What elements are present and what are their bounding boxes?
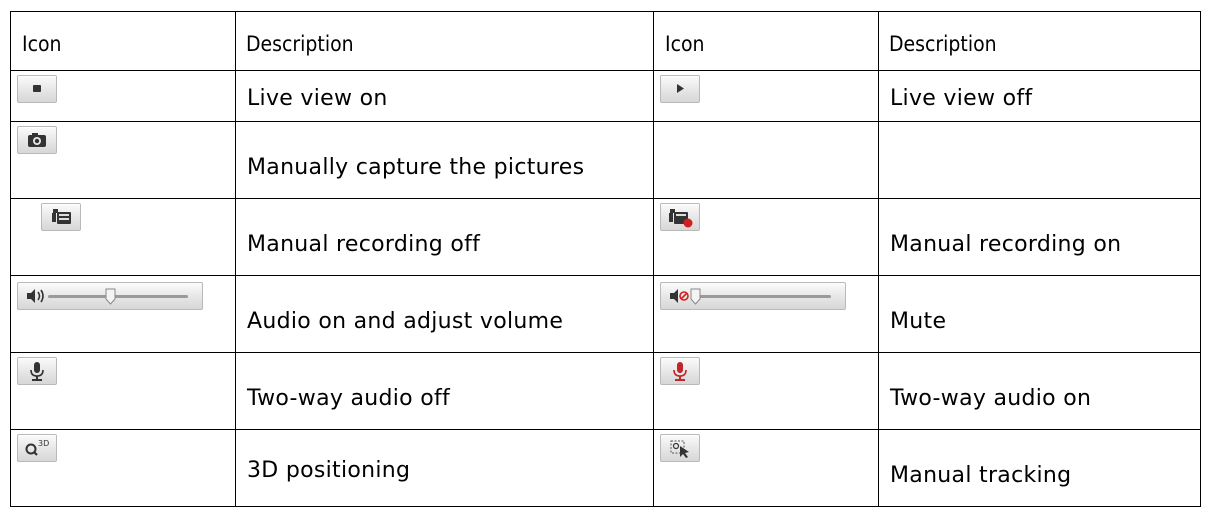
icon-cell: [653, 429, 879, 507]
video-camera-icon: [41, 203, 81, 231]
table-row: Audio on and adjust volume Mute: [10, 275, 1201, 353]
table-row: Two-way audio off Two-way audio on: [10, 352, 1201, 430]
icon-cell: [653, 275, 879, 353]
description-cell: [878, 121, 1201, 199]
three-d-label: 3D: [38, 439, 49, 448]
icon-cell: [10, 275, 236, 353]
icon-cell: [653, 70, 879, 122]
description-cell: Two-way audio off: [235, 352, 654, 430]
play-triangle-icon: [660, 75, 700, 103]
volume-slider-icon: [17, 282, 203, 310]
description-cell: Mute: [878, 275, 1201, 353]
icon-cell: 3D: [10, 429, 236, 507]
icon-description-table: Icon Description Icon Description Live v…: [10, 11, 1201, 507]
mute-slider-icon: [660, 282, 846, 310]
icon-cell: [10, 352, 236, 430]
description-cell: Live view on: [235, 70, 654, 122]
table-row: Manually capture the pictures: [10, 121, 1201, 199]
header-description-left: Description: [235, 11, 654, 71]
icon-cell: [653, 352, 879, 430]
description-cell: Audio on and adjust volume: [235, 275, 654, 353]
table-row: 3D 3D positioning Manual tracking: [10, 429, 1201, 507]
stop-square-icon: [17, 75, 57, 103]
video-camera-recording-icon: [660, 203, 700, 231]
icon-cell: [10, 121, 236, 199]
icon-cell: [10, 198, 236, 276]
description-cell: Manual tracking: [878, 429, 1201, 507]
header-icon-right: Icon: [653, 11, 879, 71]
description-cell: Two-way audio on: [878, 352, 1201, 430]
header-icon-left: Icon: [10, 11, 236, 71]
microphone-icon: [17, 357, 57, 385]
icon-cell: [653, 198, 879, 276]
header-row: Icon Description Icon Description: [10, 11, 1201, 71]
description-cell: Live view off: [878, 70, 1201, 122]
description-cell: Manual recording on: [878, 198, 1201, 276]
description-cell: Manual recording off: [235, 198, 654, 276]
icon-cell: [653, 121, 879, 199]
description-cell: 3D positioning: [235, 429, 654, 507]
magnifier-3d-icon: 3D: [17, 434, 57, 462]
camera-icon: [17, 126, 57, 154]
header-description-right: Description: [878, 11, 1201, 71]
microphone-red-icon: [660, 357, 700, 385]
table-row: Live view on Live view off: [10, 70, 1201, 122]
tracking-cursor-icon: [660, 434, 700, 462]
icon-cell: [10, 70, 236, 122]
table-row: Manual recording off Manual recording on: [10, 198, 1201, 276]
description-cell: Manually capture the pictures: [235, 121, 654, 199]
